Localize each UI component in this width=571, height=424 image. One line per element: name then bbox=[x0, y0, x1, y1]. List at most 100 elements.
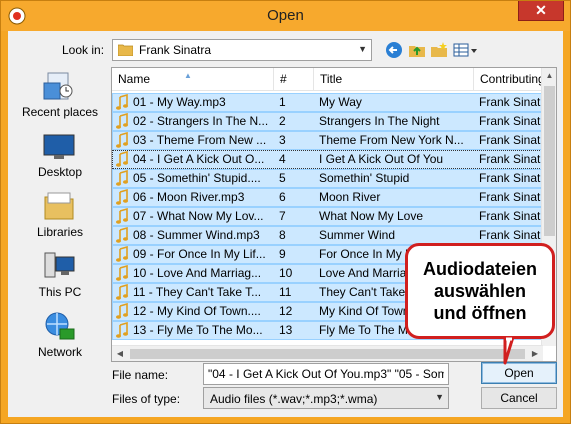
dialog-body: Look in: Frank Sinatra ▼ Recent places D… bbox=[8, 31, 563, 417]
chevron-down-icon: ▼ bbox=[435, 392, 444, 402]
cell-name: 12 - My Kind Of Town.... bbox=[133, 304, 261, 318]
place-label: Desktop bbox=[37, 165, 83, 179]
cell-name: 13 - Fly Me To The Mo... bbox=[133, 323, 263, 337]
cell-artist: Frank Sinatra bbox=[479, 152, 541, 166]
filename-input[interactable] bbox=[203, 363, 449, 385]
cell-artist: Frank Sinatra bbox=[479, 209, 541, 223]
scroll-thumb[interactable] bbox=[544, 86, 555, 236]
cell-artist: Frank Sinatra bbox=[479, 190, 541, 204]
scroll-up-icon[interactable]: ▲ bbox=[542, 68, 556, 84]
callout-annotation: Audiodateien auswählen und öffnen bbox=[405, 243, 555, 339]
column-title[interactable]: Title bbox=[314, 68, 474, 91]
new-folder-icon[interactable] bbox=[429, 40, 449, 60]
cell-number: 12 bbox=[279, 304, 293, 318]
cell-title: Theme From New York N... bbox=[319, 133, 464, 147]
callout-line: Audiodateien bbox=[422, 259, 537, 279]
table-row[interactable]: 06 - Moon River.mp3 6 Moon River Frank Sina… bbox=[112, 188, 542, 207]
lookin-value: Frank Sinatra bbox=[139, 43, 212, 57]
music-note-icon bbox=[116, 170, 128, 186]
network-icon bbox=[45, 312, 75, 340]
up-folder-icon[interactable] bbox=[407, 40, 427, 60]
folder-icon bbox=[118, 44, 133, 56]
column-number[interactable]: # bbox=[274, 68, 314, 91]
table-row[interactable]: 02 - Strangers In The N... 2 Strangers In … bbox=[112, 112, 542, 131]
cell-title: My Way bbox=[319, 95, 362, 109]
cell-name: 02 - Strangers In The N... bbox=[133, 114, 269, 128]
place-label: Libraries bbox=[36, 225, 84, 239]
cell-number: 6 bbox=[279, 190, 286, 204]
column-name[interactable]: ▲ Name bbox=[112, 68, 274, 91]
cell-title: Strangers In The Night bbox=[319, 114, 440, 128]
horizontal-scrollbar[interactable]: ◀ ▶ bbox=[112, 345, 543, 361]
cell-number: 9 bbox=[279, 247, 286, 261]
music-note-icon bbox=[116, 132, 128, 148]
cancel-button[interactable]: Cancel bbox=[481, 387, 557, 409]
this-pc-icon bbox=[44, 252, 75, 278]
cell-title: Somethin' Stupid bbox=[319, 171, 410, 185]
cell-name: 08 - Summer Wind.mp3 bbox=[133, 228, 260, 242]
cell-name: 01 - My Way.mp3 bbox=[133, 95, 226, 109]
music-note-icon bbox=[116, 227, 128, 243]
table-row[interactable]: 03 - Theme From New ... 3 Theme From New Y… bbox=[112, 131, 542, 150]
table-row[interactable]: 07 - What Now My Lov... 7 What Now My Love… bbox=[112, 207, 542, 226]
place-desktop[interactable]: Desktop bbox=[12, 129, 108, 187]
place-network[interactable]: Network bbox=[12, 309, 108, 367]
filetype-dropdown[interactable]: Audio files (*.wav;*.mp3;*.wma) ▼ bbox=[203, 387, 449, 409]
music-note-icon bbox=[116, 246, 128, 262]
desktop-icon bbox=[43, 134, 75, 159]
filetype-label: Files of type: bbox=[112, 392, 181, 406]
callout-line: und öffnen bbox=[433, 303, 527, 323]
chevron-down-icon: ▼ bbox=[358, 44, 367, 54]
cell-number: 4 bbox=[279, 152, 286, 166]
cell-name: 04 - I Get A Kick Out O... bbox=[133, 152, 265, 166]
table-row[interactable]: 05 - Somethin' Stupid.... 5 Somethin' Stup… bbox=[112, 169, 542, 188]
music-note-icon bbox=[116, 189, 128, 205]
cell-artist: Frank Sinatra bbox=[479, 95, 541, 109]
title-bar[interactable]: Open ✕ bbox=[1, 1, 570, 31]
music-note-icon bbox=[116, 284, 128, 300]
cell-name: 06 - Moon River.mp3 bbox=[133, 190, 245, 204]
cell-title: Moon River bbox=[319, 190, 381, 204]
table-row[interactable]: 01 - My Way.mp3 1 My Way Frank Sinatra bbox=[112, 93, 542, 112]
window-title: Open bbox=[267, 7, 304, 24]
filename-label: File name: bbox=[112, 368, 169, 382]
cell-artist: Frank Sinatra bbox=[479, 114, 541, 128]
cell-number: 10 bbox=[279, 266, 293, 280]
cell-number: 7 bbox=[279, 209, 286, 223]
cell-number: 5 bbox=[279, 171, 286, 185]
music-note-icon bbox=[116, 265, 128, 281]
cell-number: 3 bbox=[279, 133, 286, 147]
close-button[interactable]: ✕ bbox=[518, 1, 564, 21]
horizontal-scroll-thumb[interactable] bbox=[130, 349, 525, 359]
callout-line: auswählen bbox=[433, 281, 527, 301]
place-this-pc[interactable]: This PC bbox=[12, 249, 108, 307]
place-label: This PC bbox=[38, 285, 82, 299]
cell-name: 10 - Love And Marriag... bbox=[133, 266, 262, 280]
filetype-value: Audio files (*.wav;*.mp3;*.wma) bbox=[210, 392, 378, 406]
lookin-dropdown[interactable]: Frank Sinatra ▼ bbox=[112, 39, 372, 61]
place-recent[interactable]: Recent places bbox=[12, 69, 108, 127]
sort-arrow-icon: ▲ bbox=[184, 71, 192, 80]
scroll-left-icon[interactable]: ◀ bbox=[112, 346, 128, 361]
music-note-icon bbox=[116, 208, 128, 224]
cell-name: 07 - What Now My Lov... bbox=[133, 209, 264, 223]
table-row[interactable]: 04 - I Get A Kick Out O... 4 I Get A Kick … bbox=[112, 150, 542, 169]
place-libraries[interactable]: Libraries bbox=[12, 189, 108, 247]
open-dialog: Open ✕ Look in: Frank Sinatra ▼ Recent p… bbox=[0, 0, 571, 424]
recent-places-icon bbox=[43, 72, 73, 100]
music-note-icon bbox=[116, 303, 128, 319]
place-label: Recent places bbox=[21, 105, 99, 119]
music-note-icon bbox=[116, 151, 128, 167]
music-note-icon bbox=[116, 113, 128, 129]
back-icon[interactable] bbox=[384, 40, 404, 60]
music-note-icon bbox=[116, 94, 128, 110]
cell-name: 09 - For Once In My Lif... bbox=[133, 247, 266, 261]
view-menu-icon[interactable] bbox=[452, 40, 478, 60]
cell-title: What Now My Love bbox=[319, 209, 424, 223]
libraries-icon bbox=[44, 192, 74, 220]
places-bar: Recent places Desktop Libraries This PC … bbox=[12, 69, 108, 369]
cell-artist: Frank Sinatra bbox=[479, 133, 541, 147]
cell-artist: Frank Sinatra bbox=[479, 171, 541, 185]
cell-number: 13 bbox=[279, 323, 293, 337]
column-header: ▲ Name # Title Contributing bbox=[112, 68, 556, 91]
